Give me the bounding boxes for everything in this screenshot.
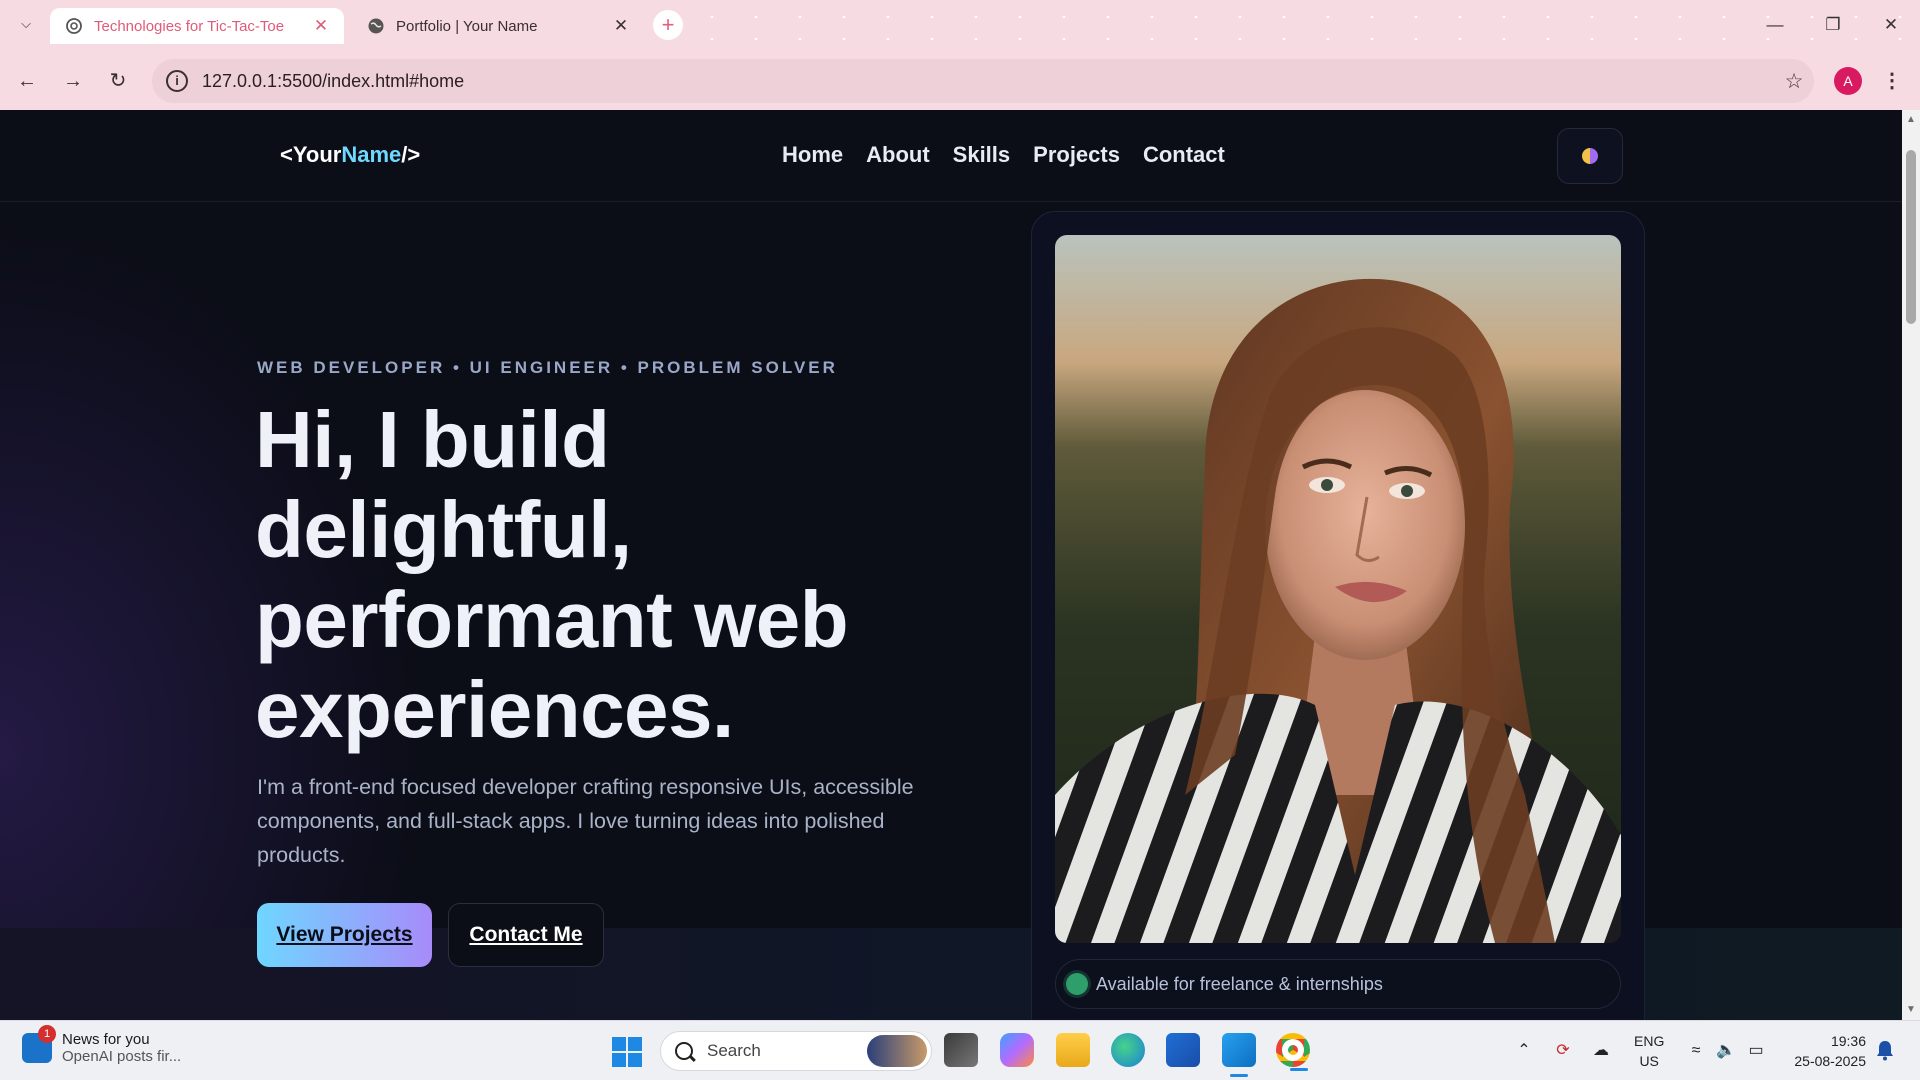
headline-line: performant web xyxy=(255,575,849,664)
back-arrow-icon[interactable]: ← xyxy=(10,64,44,98)
news-widget[interactable]: 1 News for you OpenAI posts fir... xyxy=(22,1025,182,1065)
nav-home[interactable]: Home xyxy=(782,142,843,168)
tab-search-chevron-icon[interactable]: ⌵ xyxy=(14,12,38,36)
tab-technologies[interactable]: Technologies for Tic-Tac-Toe ✕ xyxy=(50,8,344,44)
scroll-up-icon[interactable]: ▲ xyxy=(1902,112,1920,128)
taskbar-search[interactable]: Search xyxy=(660,1031,932,1071)
theme-toggle-button[interactable] xyxy=(1557,128,1623,184)
nav-projects[interactable]: Projects xyxy=(1033,142,1120,168)
clock-time: 19:36 xyxy=(1830,1033,1866,1049)
browser-toolbar: ← → ↻ i 127.0.0.1:5500/index.html#home ☆… xyxy=(0,52,1920,110)
bookmark-star-icon[interactable]: ☆ xyxy=(1774,69,1814,94)
hero-headline: Hi, I build delightful, performant web e… xyxy=(255,395,955,755)
browser-menu-icon[interactable]: ⋮ xyxy=(1880,64,1904,98)
clock-date: 25-08-2025 xyxy=(1794,1053,1866,1069)
show-hidden-icons-chevron-icon[interactable]: ⌃ xyxy=(1512,1021,1536,1080)
volume-icon[interactable]: 🔈 xyxy=(1714,1021,1738,1080)
headline-line: experiences. xyxy=(255,665,734,754)
tab-portfolio[interactable]: Portfolio | Your Name ✕ xyxy=(352,8,644,44)
windows-start-icon[interactable] xyxy=(612,1037,642,1067)
globe-icon xyxy=(366,16,386,36)
page-viewport: <YourName/> Home About Skills Projects C… xyxy=(0,110,1902,1020)
nav-about[interactable]: About xyxy=(866,142,930,168)
file-explorer-icon[interactable] xyxy=(1056,1033,1090,1067)
reload-icon[interactable]: ↻ xyxy=(101,64,135,98)
vscode-icon[interactable] xyxy=(1222,1033,1256,1077)
contact-me-button[interactable]: Contact Me xyxy=(448,903,604,967)
region-code: US xyxy=(1639,1053,1659,1069)
sync-icon[interactable]: ⟳ xyxy=(1550,1021,1576,1080)
close-tab-icon[interactable]: ✕ xyxy=(612,16,630,36)
scrollbar-thumb[interactable] xyxy=(1906,150,1916,324)
task-view-icon[interactable] xyxy=(944,1033,978,1067)
lang-code: ENG xyxy=(1634,1033,1665,1049)
system-clock[interactable]: 19:36 25-08-2025 xyxy=(1780,1031,1866,1071)
new-tab-button[interactable]: + xyxy=(653,10,683,40)
view-projects-button[interactable]: View Projects xyxy=(257,903,432,967)
chrome-icon[interactable] xyxy=(1276,1033,1310,1071)
headline-line: delightful, xyxy=(255,485,632,574)
language-indicator[interactable]: ENG US xyxy=(1634,1031,1664,1071)
news-subtitle: OpenAI posts fir... xyxy=(62,1048,182,1065)
browser-tab-strip: ⌵ Technologies for Tic-Tac-Toe ✕ Portfol… xyxy=(0,0,1920,52)
theme-toggle-icon xyxy=(1582,148,1598,164)
search-highlight-image xyxy=(867,1035,927,1067)
news-icon: 1 xyxy=(22,1025,56,1063)
forward-arrow-icon[interactable]: → xyxy=(56,64,90,98)
close-tab-icon[interactable]: ✕ xyxy=(312,16,330,36)
site-header: <YourName/> Home About Skills Projects C… xyxy=(0,110,1902,202)
tab-title: Technologies for Tic-Tac-Toe xyxy=(94,17,285,35)
status-dot-icon xyxy=(1066,973,1088,995)
minimize-icon[interactable]: — xyxy=(1746,0,1804,52)
scroll-down-icon[interactable]: ▼ xyxy=(1902,1002,1920,1018)
site-logo[interactable]: <YourName/> xyxy=(280,142,420,168)
logo-open: <Your xyxy=(280,142,342,167)
logo-close: /> xyxy=(401,142,421,167)
battery-icon[interactable]: ▭ xyxy=(1744,1021,1768,1080)
profile-photo xyxy=(1055,235,1621,943)
hero-description: I'm a front-end focused developer crafti… xyxy=(257,775,914,867)
notification-bell-icon[interactable] xyxy=(1876,1039,1894,1061)
availability-text: Available for freelance & internships xyxy=(1096,973,1383,994)
availability-badge: Available for freelance & internships xyxy=(1055,959,1621,1009)
main-nav: Home About Skills Projects Contact xyxy=(782,142,1225,168)
profile-card: Available for freelance & internships xyxy=(1031,211,1645,1020)
openai-icon xyxy=(64,16,84,36)
hero-eyebrow: WEB DEVELOPER • UI ENGINEER • PROBLEM SO… xyxy=(257,358,838,377)
logo-accent: Name xyxy=(341,142,402,167)
page-scrollbar[interactable]: ▲ ▼ xyxy=(1902,110,1920,1020)
news-badge: 1 xyxy=(38,1025,56,1043)
edge-browser-icon[interactable] xyxy=(1111,1033,1145,1067)
nav-skills[interactable]: Skills xyxy=(953,142,1010,168)
search-icon xyxy=(675,1042,693,1060)
microsoft-store-icon[interactable] xyxy=(1166,1033,1200,1067)
nav-contact[interactable]: Contact xyxy=(1143,142,1225,168)
headline-line: Hi, I build xyxy=(255,395,610,484)
onedrive-cloud-icon[interactable]: ☁ xyxy=(1588,1021,1614,1080)
windows-taskbar: 1 News for you OpenAI posts fir... Searc… xyxy=(0,1020,1920,1080)
profile-avatar[interactable]: A xyxy=(1834,67,1862,95)
restore-icon[interactable]: ❐ xyxy=(1804,0,1862,52)
news-title: News for you xyxy=(62,1031,150,1048)
search-placeholder: Search xyxy=(707,1041,761,1060)
site-info-icon[interactable]: i xyxy=(166,70,188,92)
address-bar[interactable]: i 127.0.0.1:5500/index.html#home ☆ xyxy=(152,59,1814,103)
url-text[interactable]: 127.0.0.1:5500/index.html#home xyxy=(202,71,1774,92)
copilot-icon[interactable] xyxy=(1000,1033,1034,1067)
tab-title: Portfolio | Your Name xyxy=(396,17,538,35)
close-window-icon[interactable]: ✕ xyxy=(1862,0,1920,52)
wifi-icon[interactable]: ≈ xyxy=(1684,1021,1708,1080)
